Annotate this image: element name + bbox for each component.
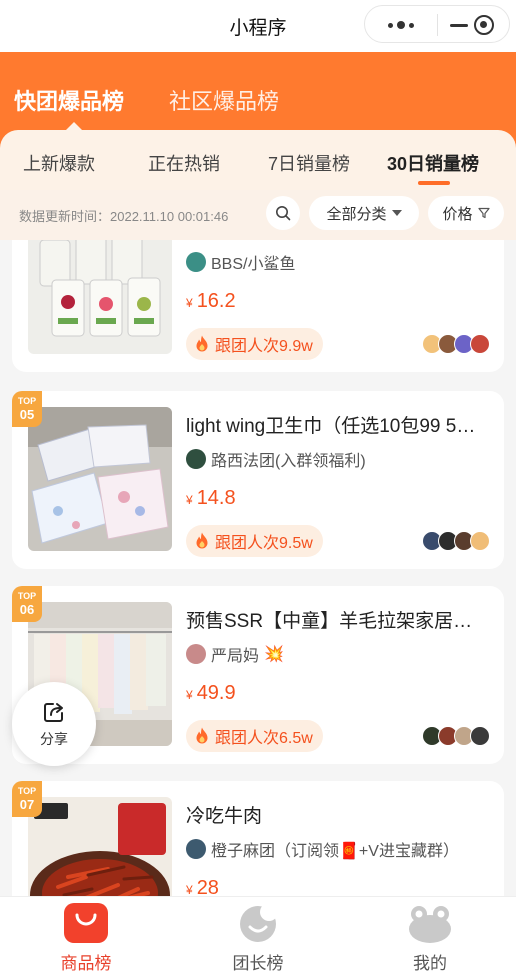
frog-icon — [409, 906, 451, 943]
price-value: 28 — [196, 877, 219, 896]
share-icon — [44, 702, 63, 722]
price-value: 14.8 — [196, 487, 236, 509]
product-card[interactable]: TOP 05 light wing卫生巾（任选10包99 5包… 路西法团(入群… — [12, 391, 504, 569]
product-image-sanitary-pads[interactable] — [28, 407, 172, 551]
category-label: 全部分类 — [326, 205, 387, 223]
shop-avatar — [186, 252, 206, 272]
subtab-7day-sales[interactable]: 7日销量榜 — [268, 150, 350, 176]
price-filter-button[interactable]: 价格 — [428, 196, 504, 230]
follow-count: 跟团人次6.5w — [215, 730, 313, 747]
shop-emoji: 💥 — [264, 646, 284, 663]
price-value: 49.9 — [196, 682, 236, 704]
bag-icon — [64, 903, 108, 943]
shop-name: 严局妈 — [211, 648, 260, 665]
product-image-cold-beef[interactable] — [28, 797, 172, 896]
shop-name: 路西法团(入群领福利) — [211, 453, 366, 470]
subtab-30day-sales[interactable]: 30日销量榜 — [387, 150, 479, 176]
shop-info[interactable]: 严局妈 💥 — [186, 642, 284, 666]
shop-info[interactable]: BBS/小鲨鱼 — [186, 250, 295, 274]
shop-avatar — [186, 449, 206, 469]
price-currency: ¥ — [186, 688, 193, 702]
minimize-icon — [450, 23, 468, 27]
title-bar: 小程序 — [0, 0, 516, 52]
active-tab-indicator — [66, 122, 82, 130]
share-label: 分享 — [40, 730, 68, 747]
follow-count: 跟团人次9.5w — [215, 535, 313, 552]
rank-number: 06 — [19, 602, 35, 617]
price-currency: ¥ — [186, 296, 193, 310]
buyer-avatars — [422, 726, 490, 746]
rank-number: 05 — [19, 407, 35, 422]
funnel-icon — [477, 207, 490, 219]
product-image-baby-food[interactable] — [28, 240, 172, 354]
shop-avatar — [186, 839, 206, 859]
close-target-icon[interactable] — [474, 15, 494, 35]
follow-count: 跟团人次9.9w — [215, 338, 313, 355]
search-icon — [276, 206, 291, 221]
sub-tab-bar: 上新爆款 正在热销 7日销量榜 30日销量榜 — [0, 130, 516, 190]
rank-top-label: TOP — [17, 786, 37, 796]
price: ¥16.2 — [186, 290, 236, 313]
fire-icon — [196, 335, 208, 352]
subtab-selling[interactable]: 正在热销 — [148, 150, 220, 176]
nav-mine[interactable]: 我的 — [344, 897, 516, 976]
shop-avatar — [186, 644, 206, 664]
filter-row: 数据更新时间：2022.11.10 00:01:46 全部分类 价格 — [0, 190, 516, 240]
fire-icon — [196, 532, 208, 549]
more-dots-icon — [388, 21, 414, 29]
shop-name: BBS/小鲨鱼 — [211, 256, 296, 273]
price: ¥14.8 — [186, 487, 236, 510]
price: ¥49.9 — [186, 682, 236, 705]
product-card[interactable]: BBS/小鲨鱼 ¥16.2 跟团人次9.9w — [12, 240, 504, 372]
rank-badge: TOP 05 — [12, 391, 42, 427]
nav-label: 我的 — [413, 954, 447, 973]
follow-count-badge: 跟团人次6.5w — [186, 720, 323, 752]
product-title[interactable]: 预售SSR【中童】羊毛拉架家居服… — [186, 606, 490, 633]
capsule-menu — [364, 5, 510, 43]
subtab-new-hot[interactable]: 上新爆款 — [23, 150, 95, 176]
rank-number: 07 — [19, 797, 35, 812]
fire-icon — [196, 727, 208, 744]
more-button[interactable] — [365, 6, 437, 44]
nav-product-rank[interactable]: 商品榜 — [0, 897, 172, 976]
buyer-avatars — [422, 334, 490, 354]
tab-community-hot[interactable]: 社区爆品榜 — [169, 84, 279, 116]
search-button[interactable] — [266, 196, 300, 230]
product-card[interactable]: TOP 07 冷吃牛肉 橙子麻团（订阅领🧧+V进宝藏群） ¥28 — [12, 781, 504, 896]
bottom-nav: 商品榜 团长榜 我的 — [0, 896, 516, 976]
rank-top-label: TOP — [17, 396, 37, 406]
update-time: 数据更新时间：2022.11.10 00:01:46 — [19, 209, 229, 224]
price-label: 价格 — [442, 205, 473, 223]
shop-info[interactable]: 橙子麻团（订阅领🧧+V进宝藏群） — [186, 837, 459, 861]
subtab-underline — [418, 181, 450, 185]
nav-label: 团长榜 — [232, 954, 284, 973]
share-button[interactable]: 分享 — [12, 682, 96, 766]
buyer-avatars — [422, 531, 490, 551]
caret-down-icon — [391, 210, 402, 216]
price-currency: ¥ — [186, 883, 193, 896]
rank-badge: TOP 07 — [12, 781, 42, 817]
nav-leader-rank[interactable]: 团长榜 — [172, 897, 344, 976]
shop-info[interactable]: 路西法团(入群领福利) — [186, 447, 366, 471]
rank-top-label: TOP — [17, 591, 37, 601]
nav-label: 商品榜 — [60, 954, 112, 973]
price-currency: ¥ — [186, 493, 193, 507]
shop-name: 橙子麻团（订阅领🧧+V进宝藏群） — [211, 843, 459, 860]
minimize-close-button[interactable] — [438, 6, 510, 44]
product-list[interactable]: BBS/小鲨鱼 ¥16.2 跟团人次9.9w TOP 05 light wing… — [0, 240, 516, 896]
follow-count-badge: 跟团人次9.5w — [186, 525, 323, 557]
moon-smile-icon — [240, 903, 278, 942]
tab-kuaituan-hot[interactable]: 快团爆品榜 — [14, 84, 124, 116]
product-title[interactable]: light wing卫生巾（任选10包99 5包… — [186, 411, 490, 438]
product-title[interactable]: 冷吃牛肉 — [186, 801, 490, 828]
rank-badge: TOP 06 — [12, 586, 42, 622]
follow-count-badge: 跟团人次9.9w — [186, 328, 323, 360]
category-dropdown[interactable]: 全部分类 — [309, 196, 419, 230]
price: ¥28 — [186, 877, 219, 896]
price-value: 16.2 — [196, 290, 236, 312]
